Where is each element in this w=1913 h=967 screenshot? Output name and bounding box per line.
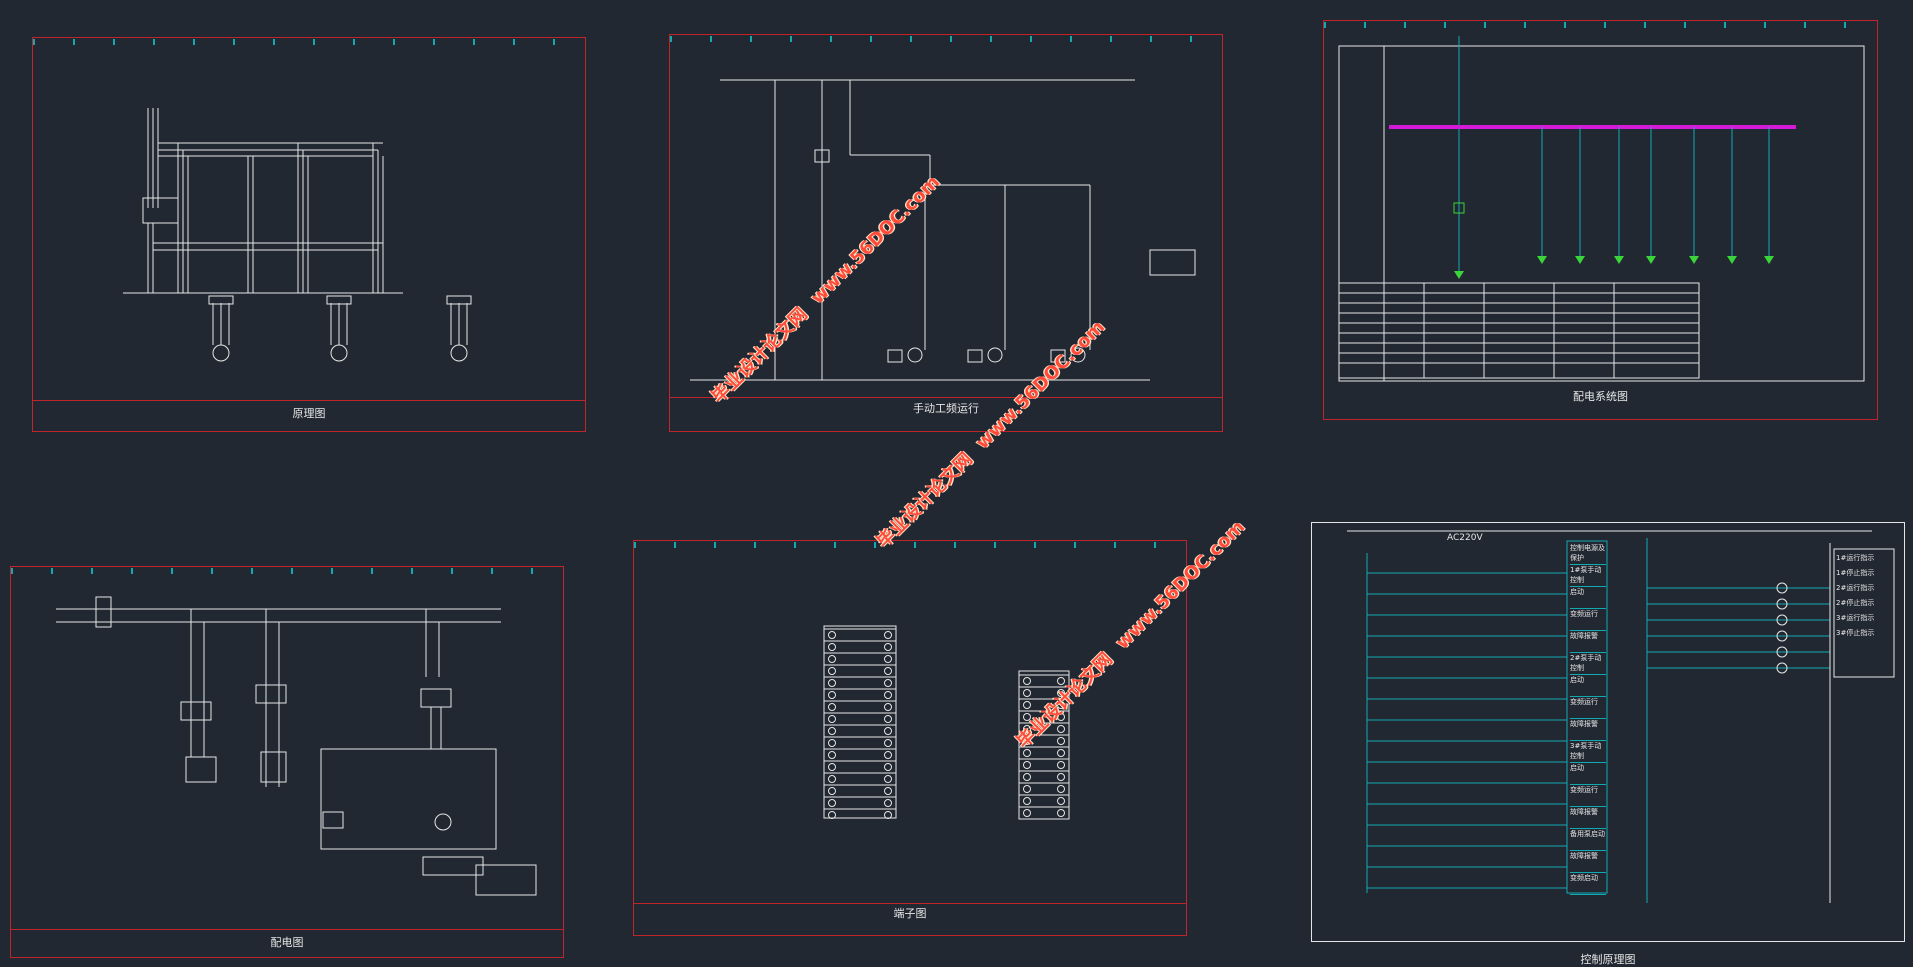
terminal-screw — [1023, 761, 1031, 769]
terminal-screw — [1023, 701, 1031, 709]
terminal-screw — [1057, 737, 1065, 745]
control-function-label: 故障报警 — [1570, 631, 1606, 653]
watermark-text: 毕业设计论文网 — [872, 448, 977, 553]
distribution-drawing — [56, 596, 537, 896]
terminal-screw — [828, 691, 836, 699]
control-function-label: 启动 — [1570, 587, 1606, 609]
terminal-screw — [828, 799, 836, 807]
terminal-screw — [884, 703, 892, 711]
terminal-screw — [1023, 809, 1031, 817]
terminal-screw — [828, 787, 836, 795]
control-function-label: 故障报警 — [1570, 851, 1606, 873]
terminal-screw — [884, 739, 892, 747]
indicator-label: 2#停止指示 — [1836, 599, 1875, 607]
control-function-label: 3#泵手动控制 — [1570, 741, 1606, 763]
terminal-screw — [828, 631, 836, 639]
control-function-label: 控制电源及保护 — [1570, 543, 1606, 565]
terminal-screw — [884, 799, 892, 807]
terminal-screw — [828, 775, 836, 783]
terminal-screw — [884, 727, 892, 735]
control-drawing — [1347, 530, 1895, 903]
terminal-screw — [1057, 797, 1065, 805]
sheet-caption: 控制原理图 — [1580, 953, 1636, 966]
indicator-label: 1#运行指示 — [1836, 554, 1875, 562]
terminal-screw — [828, 811, 836, 819]
terminal-screw — [1057, 785, 1065, 793]
terminal-screw — [884, 715, 892, 723]
terminal-screw — [1023, 677, 1031, 685]
terminal-screw — [828, 763, 836, 771]
sheet-distribution: 配电图 — [10, 566, 564, 958]
terminal-screw — [884, 787, 892, 795]
terminal-screw — [884, 811, 892, 819]
control-function-label: 1#泵手动控制 — [1570, 565, 1606, 587]
control-function-label: 故障报警 — [1570, 719, 1606, 741]
indicator-label: 1#停止指示 — [1836, 569, 1875, 577]
terminal-screw — [1023, 797, 1031, 805]
terminal-screw — [1057, 809, 1065, 817]
terminal-screw — [1023, 785, 1031, 793]
terminal-screw — [884, 679, 892, 687]
control-function-label: 变频启动 — [1570, 873, 1606, 895]
terminal-screw — [828, 667, 836, 675]
sheet-system-diagram: 配电系统图 — [1323, 20, 1878, 420]
schematic-drawing — [123, 108, 472, 362]
control-function-labels: 控制电源及保护 1#泵手动控制 启动 变频运行 故障报警 2#泵手动控制 启动 变频运行 故障报… — [1570, 543, 1606, 895]
control-function-label: 启动 — [1570, 763, 1606, 785]
control-function-label: 变频运行 — [1570, 609, 1606, 631]
terminal-screw — [828, 715, 836, 723]
control-function-label: 2#泵手动控制 — [1570, 653, 1606, 675]
terminal-screw — [1057, 773, 1065, 781]
terminal-screw — [828, 703, 836, 711]
terminal-screw — [1057, 761, 1065, 769]
terminal-screw — [1057, 749, 1065, 757]
sheet-terminal: 端子图 — [633, 540, 1187, 936]
terminal-screw — [828, 679, 836, 687]
terminal-screw — [884, 763, 892, 771]
terminal-screw — [884, 691, 892, 699]
sheet-control: 控制原理图 AC220V 控制电源及保护 1#泵手动控制 启动 变频运行 故障报警 2#泵… — [1311, 522, 1905, 966]
terminal-screw — [828, 727, 836, 735]
terminal-drawing — [823, 625, 1070, 820]
indicator-label: 3#运行指示 — [1836, 614, 1875, 622]
indicator-labels: 1#运行指示 1#停止指示 2#运行指示 2#停止指示 3#运行指示 3#停止指示 — [1836, 551, 1896, 641]
terminal-screw — [884, 643, 892, 651]
control-function-label: 备用泵启动 — [1570, 829, 1606, 851]
sheet-schematic: 原理图 — [32, 37, 586, 432]
terminal-screw — [1023, 773, 1031, 781]
terminal-screw — [884, 667, 892, 675]
terminal-screw — [884, 775, 892, 783]
terminal-screw — [884, 631, 892, 639]
control-function-label: 启动 — [1570, 675, 1606, 697]
control-function-label: 变频运行 — [1570, 697, 1606, 719]
indicator-label: 3#停止指示 — [1836, 629, 1875, 637]
control-function-label: 变频运行 — [1570, 785, 1606, 807]
terminal-screw — [884, 655, 892, 663]
terminal-screw — [828, 643, 836, 651]
terminal-screw — [884, 751, 892, 759]
control-function-label: 故障报警 — [1570, 807, 1606, 829]
terminal-screw — [1023, 689, 1031, 697]
indicator-label: 2#运行指示 — [1836, 584, 1875, 592]
terminal-screw — [828, 655, 836, 663]
terminal-screw — [828, 739, 836, 747]
terminal-screw — [828, 751, 836, 759]
system-drawing — [1338, 36, 1865, 382]
terminal-screw — [1057, 725, 1065, 733]
